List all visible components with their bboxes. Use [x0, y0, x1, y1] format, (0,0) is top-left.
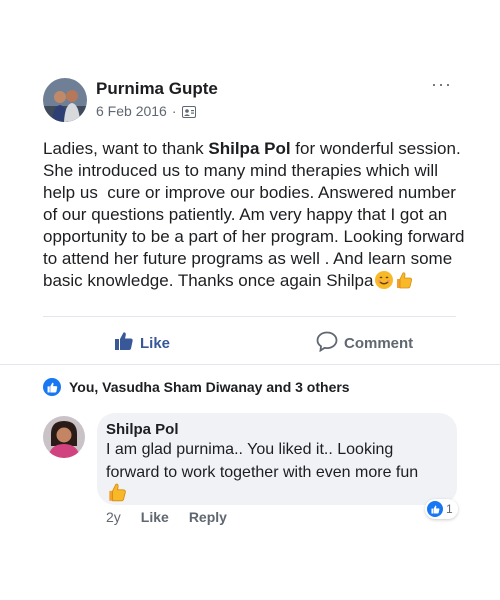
comment-reaction-count[interactable]: 1: [425, 499, 458, 519]
smile-emoji-icon: [374, 270, 394, 296]
comment-button[interactable]: Comment: [316, 331, 413, 356]
comment-author-name[interactable]: Shilpa Pol: [106, 421, 179, 438]
thumbs-up-emoji-icon: [106, 481, 128, 503]
thumbs-up-icon: [114, 331, 134, 355]
post-meta: 6 Feb 2016 ·: [96, 103, 196, 119]
comment-actions: 2y Like Reply: [106, 509, 227, 525]
divider: [0, 364, 500, 365]
reactions-summary[interactable]: You, Vasudha Sham Diwanay and 3 others: [43, 378, 350, 396]
like-reaction-icon: [43, 378, 61, 396]
like-reaction-icon: [427, 501, 443, 517]
thumbs-up-emoji-icon: [394, 270, 414, 296]
post-date[interactable]: 6 Feb 2016: [96, 103, 167, 119]
comment-icon: [316, 331, 338, 356]
privacy-friends-icon[interactable]: [181, 105, 196, 118]
more-options-button[interactable]: ···: [431, 75, 452, 93]
comment-timestamp[interactable]: 2y: [106, 509, 121, 525]
post-text-rest: for wonderful session. She introduced us…: [43, 139, 470, 290]
comment-label: Comment: [344, 335, 414, 352]
author-avatar[interactable]: [43, 78, 87, 122]
post-author-name[interactable]: Purnima Gupte: [96, 79, 218, 99]
comment-like-button[interactable]: Like: [141, 509, 169, 525]
reaction-count-value: 1: [446, 502, 453, 516]
tagged-person-link[interactable]: Shilpa Pol: [208, 139, 290, 158]
reactions-summary-text: You, Vasudha Sham Diwanay and 3 others: [69, 379, 350, 395]
divider: [43, 316, 456, 317]
meta-separator: ·: [171, 103, 177, 119]
commenter-avatar[interactable]: [43, 416, 85, 458]
post-body: Ladies, want to thank Shilpa Pol for won…: [43, 138, 473, 296]
comment-reply-button[interactable]: Reply: [189, 509, 227, 525]
like-label: Like: [140, 334, 171, 352]
comment-text: I am glad purnima.. You liked it.. Looki…: [106, 441, 419, 481]
like-button[interactable]: Like: [114, 331, 170, 355]
post-text-intro: Ladies, want to thank: [43, 139, 209, 158]
